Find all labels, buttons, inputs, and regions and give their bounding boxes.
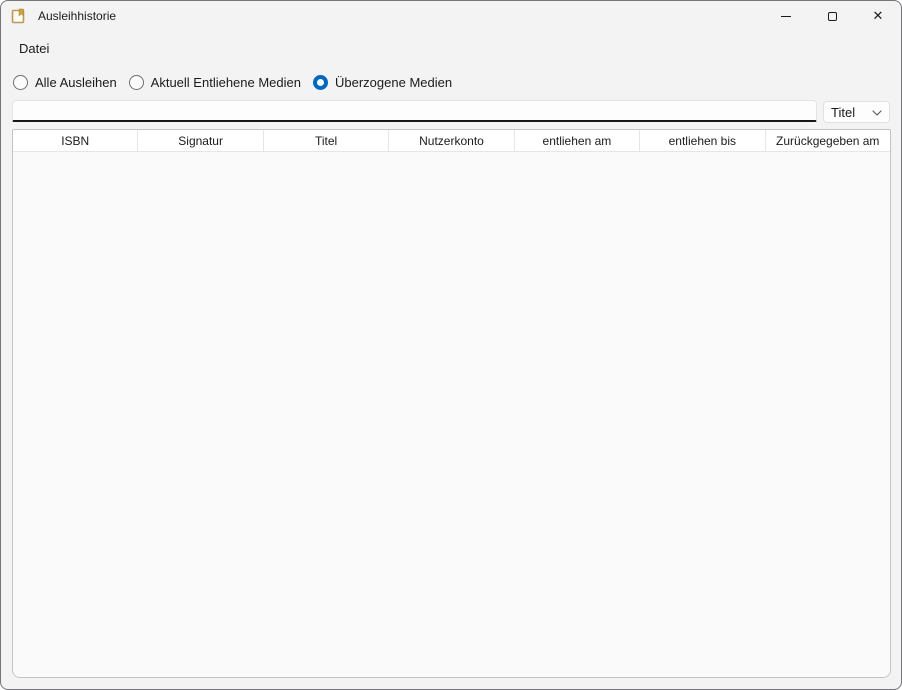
- dropdown-selected-value: Titel: [831, 105, 855, 120]
- menubar: Datei: [1, 37, 901, 59]
- column-header-entliehen-am[interactable]: entliehen am: [515, 130, 640, 151]
- minimize-button[interactable]: [763, 1, 809, 31]
- search-column-dropdown[interactable]: Titel: [823, 101, 890, 123]
- radio-circle-unchecked-icon: [129, 75, 144, 90]
- column-header-nutzerkonto[interactable]: Nutzerkonto: [389, 130, 514, 151]
- radio-label: Alle Ausleihen: [35, 75, 117, 90]
- table-body-empty: [13, 152, 890, 677]
- radio-circle-unchecked-icon: [13, 75, 28, 90]
- close-button[interactable]: ✕: [855, 1, 901, 31]
- window-title: Ausleihhistorie: [38, 9, 116, 23]
- caption-buttons: ✕: [763, 1, 901, 31]
- book-with-bookmark-icon: [11, 8, 26, 24]
- radio-label: Überzogene Medien: [335, 75, 452, 90]
- menu-item-datei[interactable]: Datei: [13, 39, 55, 58]
- column-header-zurueckgegeben-am[interactable]: Zurückgegeben am: [766, 130, 890, 151]
- loan-history-table: ISBN Signatur Titel Nutzerkonto entliehe…: [12, 129, 891, 678]
- radio-circle-checked-icon: [313, 75, 328, 90]
- app-window: Ausleihhistorie ✕ Datei Alle Ausleihen A…: [0, 0, 902, 690]
- close-icon: ✕: [873, 10, 884, 23]
- column-header-isbn[interactable]: ISBN: [13, 130, 138, 151]
- radio-option-ueberzogene-medien[interactable]: Überzogene Medien: [313, 75, 452, 90]
- radio-label: Aktuell Entliehene Medien: [151, 75, 301, 90]
- titlebar: Ausleihhistorie ✕: [1, 1, 901, 31]
- chevron-down-icon: [872, 110, 882, 116]
- filter-radio-group: Alle Ausleihen Aktuell Entliehene Medien…: [13, 75, 452, 90]
- column-header-signatur[interactable]: Signatur: [138, 130, 263, 151]
- maximize-button[interactable]: [809, 1, 855, 31]
- radio-option-aktuell-entliehene-medien[interactable]: Aktuell Entliehene Medien: [129, 75, 301, 90]
- maximize-icon: [828, 12, 837, 21]
- column-header-titel[interactable]: Titel: [264, 130, 389, 151]
- search-input[interactable]: [12, 100, 817, 122]
- radio-option-alle-ausleihen[interactable]: Alle Ausleihen: [13, 75, 117, 90]
- column-header-entliehen-bis[interactable]: entliehen bis: [640, 130, 765, 151]
- minimize-icon: [781, 16, 791, 17]
- table-header-row: ISBN Signatur Titel Nutzerkonto entliehe…: [13, 130, 890, 152]
